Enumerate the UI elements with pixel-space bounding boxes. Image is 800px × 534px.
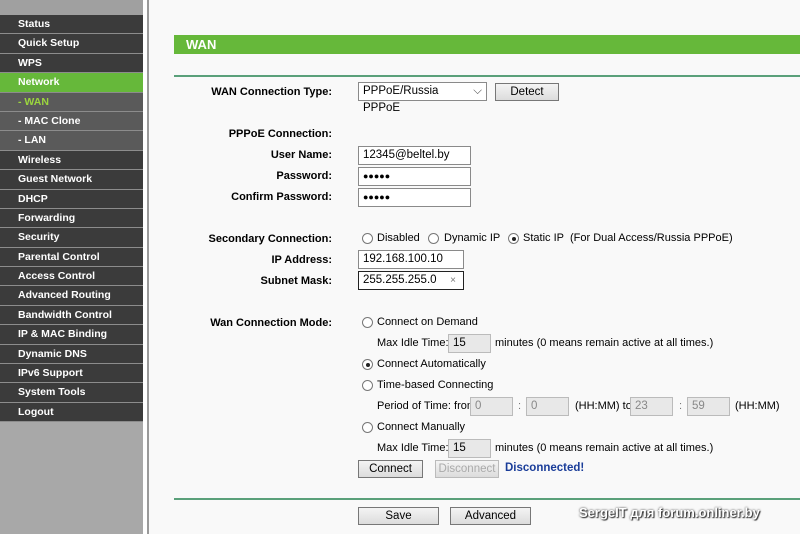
sidebar-item-security[interactable]: Security [0, 228, 143, 248]
secondary-connection-label: Secondary Connection: [208, 233, 332, 245]
radio-auto[interactable] [362, 359, 373, 370]
sidebar-item-logout[interactable]: Logout [0, 402, 143, 423]
max-idle-label-2: Max Idle Time: [377, 442, 449, 454]
sidebar-item-network[interactable]: Network [0, 73, 143, 93]
confirm-password-input[interactable]: ●●●●● [358, 188, 471, 207]
sidebar-top [0, 0, 143, 15]
to-minute-input[interactable]: 59 [687, 397, 730, 416]
pppoe-label: PPPoE Connection: [228, 128, 332, 140]
radio-dynamic-ip-label: Dynamic IP [444, 232, 501, 244]
wan-type-select[interactable]: PPPoE/Russia PPPoE ⌵ [358, 82, 487, 114]
max-idle-label: Max Idle Time: [377, 337, 449, 349]
wan-type-value: PPPoE/Russia PPPoE [363, 85, 439, 114]
radio-static-ip[interactable] [508, 233, 519, 244]
hhmm-label: (HH:MM) [735, 400, 780, 412]
advanced-button[interactable]: Advanced [450, 507, 531, 525]
radio-static-ip-label: Static IP [523, 232, 564, 244]
radio-on-demand[interactable] [362, 317, 373, 328]
radio-manual-label: Connect Manually [377, 421, 466, 433]
sidebar-item-wps[interactable]: WPS [0, 53, 143, 74]
subnet-mask-value: 255.255.255.0 [363, 274, 437, 286]
max-idle-input-2[interactable]: 15 [448, 439, 491, 458]
sidebar-item-mac-clone[interactable]: - MAC Clone [0, 111, 143, 132]
subnet-mask-label: Subnet Mask: [260, 275, 332, 287]
radio-time-based[interactable] [362, 380, 373, 391]
clear-icon[interactable]: × [450, 272, 456, 289]
page-title: WAN [174, 35, 800, 54]
disconnect-button[interactable]: Disconnect [435, 460, 499, 478]
radio-on-demand-label: Connect on Demand [377, 316, 478, 328]
sidebar-item-parental-control[interactable]: Parental Control [0, 247, 143, 268]
status-text: Disconnected! [505, 462, 585, 474]
radio-disabled[interactable] [362, 233, 373, 244]
colon: : [518, 400, 522, 412]
sidebar-item-system-tools[interactable]: System Tools [0, 383, 143, 403]
ip-address-label: IP Address: [271, 254, 332, 266]
sidebar-item-lan[interactable]: - LAN [0, 131, 143, 151]
save-button[interactable]: Save [358, 507, 439, 525]
sidebar-item-dhcp[interactable]: DHCP [0, 189, 143, 209]
wan-type-label: WAN Connection Type: [211, 86, 332, 98]
username-label: User Name: [270, 149, 332, 161]
radio-disabled-label: Disabled [377, 232, 420, 244]
divider [147, 0, 149, 534]
password-label: Password: [276, 170, 332, 182]
colon: : [679, 400, 683, 412]
subnet-mask-input[interactable]: 255.255.255.0 × [358, 271, 464, 290]
to-hour-input[interactable]: 23 [630, 397, 673, 416]
radio-manual[interactable] [362, 422, 373, 433]
password-input[interactable]: ●●●●● [358, 167, 471, 186]
sidebar-item-dynamic-dns[interactable]: Dynamic DNS [0, 344, 143, 365]
sidebar-item-advanced-routing[interactable]: Advanced Routing [0, 286, 143, 306]
period-label: Period of Time: from [377, 400, 477, 412]
ip-address-input[interactable]: 192.168.100.10 [358, 250, 464, 269]
connect-button[interactable]: Connect [358, 460, 423, 478]
chevron-down-icon: ⌵ [473, 85, 482, 97]
sidebar-item-status[interactable]: Status [0, 15, 143, 35]
detect-button[interactable]: Detect [495, 83, 559, 101]
sidebar-item-wireless[interactable]: Wireless [0, 150, 143, 171]
radio-auto-label: Connect Automatically [377, 358, 486, 370]
idle-note-2: minutes (0 means remain active at all ti… [495, 442, 714, 454]
confirm-password-label: Confirm Password: [231, 191, 332, 203]
divider [174, 498, 800, 500]
radio-time-based-label: Time-based Connecting [377, 379, 494, 391]
max-idle-input[interactable]: 15 [448, 334, 491, 353]
secondary-note: (For Dual Access/Russia PPPoE) [570, 232, 733, 244]
idle-note: minutes (0 means remain active at all ti… [495, 337, 714, 349]
sidebar-item-forwarding[interactable]: Forwarding [0, 208, 143, 229]
sidebar-item-access-control[interactable]: Access Control [0, 267, 143, 287]
hhmm-to-label: (HH:MM) to [575, 400, 632, 412]
sidebar-item-bandwidth-control[interactable]: Bandwidth Control [0, 305, 143, 326]
from-minute-input[interactable]: 0 [526, 397, 569, 416]
from-hour-input[interactable]: 0 [470, 397, 513, 416]
username-input[interactable]: 12345@beltel.by [358, 146, 471, 165]
sidebar-item-ipv6-support[interactable]: IPv6 Support [0, 364, 143, 384]
sidebar-item-wan[interactable]: - WAN [0, 92, 143, 112]
radio-dynamic-ip[interactable] [428, 233, 439, 244]
sidebar: Status Quick Setup WPS Network - WAN - MAC Cl… [0, 0, 143, 534]
divider [174, 75, 800, 77]
sidebar-item-guest-network[interactable]: Guest Network [0, 170, 143, 190]
wan-mode-label: Wan Connection Mode: [210, 317, 332, 329]
watermark: SergeIT для forum.onliner.by [579, 505, 760, 520]
sidebar-item-quick-setup[interactable]: Quick Setup [0, 34, 143, 54]
sidebar-item-ip-mac-binding[interactable]: IP & MAC Binding [0, 325, 143, 345]
